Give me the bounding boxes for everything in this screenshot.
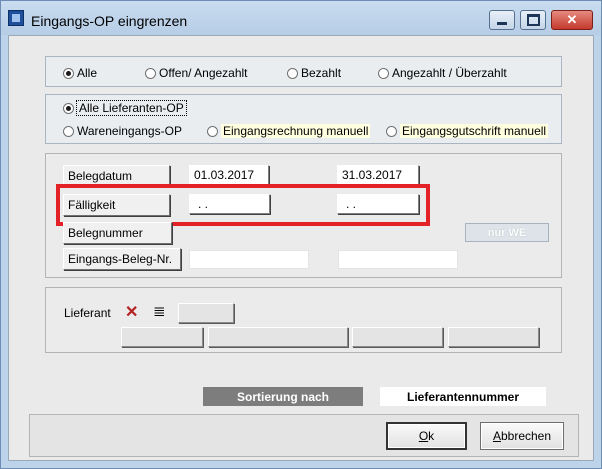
- lieferant-info-field-2: [208, 327, 348, 347]
- lieferant-label: Lieferant: [64, 306, 111, 320]
- lieferant-info-field-4: [448, 327, 539, 347]
- app-icon: [8, 10, 24, 26]
- lieferant-select-button[interactable]: [178, 303, 234, 323]
- radio-dot: [378, 67, 389, 79]
- sort-value-field[interactable]: Lieferantennummer: [380, 387, 546, 406]
- sort-label: Sortierung nach: [203, 387, 363, 406]
- radio-eingangsgutschrift-manuell[interactable]: Eingangsgutschrift manuell: [386, 124, 549, 138]
- close-button[interactable]: ✕: [551, 10, 593, 30]
- cancel-mnemonic: A: [492, 429, 501, 443]
- radio-dot: [287, 67, 298, 79]
- highlight-box: [56, 184, 430, 226]
- radio-label: Wareneingangs-OP: [77, 124, 182, 138]
- minimize-icon: [497, 21, 507, 25]
- ok-label-rest: k: [428, 429, 435, 443]
- belegdatum-to-field[interactable]: 31.03.2017: [337, 165, 419, 185]
- clear-icon[interactable]: ✕: [125, 302, 138, 322]
- belegdatum-button[interactable]: Belegdatum: [63, 165, 170, 186]
- ok-button[interactable]: Ok: [386, 422, 467, 450]
- radio-dot: [63, 102, 74, 114]
- window-title: Eingangs-OP eingrenzen: [31, 13, 188, 29]
- belegnummer-button[interactable]: Belegnummer: [63, 222, 172, 244]
- cancel-label-rest: bbrechen: [500, 429, 552, 443]
- maximize-button[interactable]: [520, 10, 546, 30]
- radio-wareneingangs-op[interactable]: Wareneingangs-OP: [63, 124, 182, 138]
- radio-dot: [386, 125, 397, 137]
- radio-label: Angezahlt / Überzahlt: [392, 66, 507, 80]
- radio-label: Bezahlt: [301, 66, 342, 80]
- radio-label: Offen/ Angezahlt: [159, 66, 248, 80]
- radio-label: Alle: [77, 66, 98, 80]
- radio-label: Eingangsgutschrift manuell: [400, 124, 549, 138]
- radio-dot: [207, 125, 218, 137]
- close-icon: ✕: [566, 12, 578, 27]
- lieferant-info-field-1: [121, 327, 203, 347]
- list-icon[interactable]: ≣: [153, 302, 166, 320]
- cancel-button[interactable]: Abbrechen: [480, 422, 564, 450]
- nur-we-button[interactable]: nur WE: [465, 223, 549, 242]
- minimize-button[interactable]: [489, 10, 515, 30]
- radio-angezahlt-ueberzahlt[interactable]: Angezahlt / Überzahlt: [378, 66, 507, 80]
- eingangs-beleg-nr-from-field[interactable]: [189, 250, 309, 269]
- eingangs-beleg-nr-button[interactable]: Eingangs-Beleg-Nr.: [63, 248, 181, 270]
- radio-dot: [63, 67, 74, 79]
- radio-dot: [145, 67, 156, 79]
- radio-bezahlt[interactable]: Bezahlt: [287, 66, 341, 80]
- radio-dot: [63, 125, 74, 137]
- lieferant-info-field-3: [352, 327, 443, 347]
- radio-label: Alle Lieferanten-OP: [76, 100, 187, 116]
- belegdatum-from-field[interactable]: 01.03.2017: [189, 165, 269, 185]
- restore-icon: [526, 14, 540, 26]
- radio-label: Eingangsrechnung manuell: [221, 124, 371, 138]
- radio-alle[interactable]: Alle: [63, 66, 97, 80]
- radio-alle-lieferanten-op[interactable]: Alle Lieferanten-OP: [63, 100, 187, 116]
- eingangs-beleg-nr-to-field[interactable]: [338, 250, 458, 269]
- radio-eingangsrechnung-manuell[interactable]: Eingangsrechnung manuell: [207, 124, 371, 138]
- radio-offen-angezahlt[interactable]: Offen/ Angezahlt: [145, 66, 248, 80]
- ok-mnemonic: O: [418, 429, 429, 443]
